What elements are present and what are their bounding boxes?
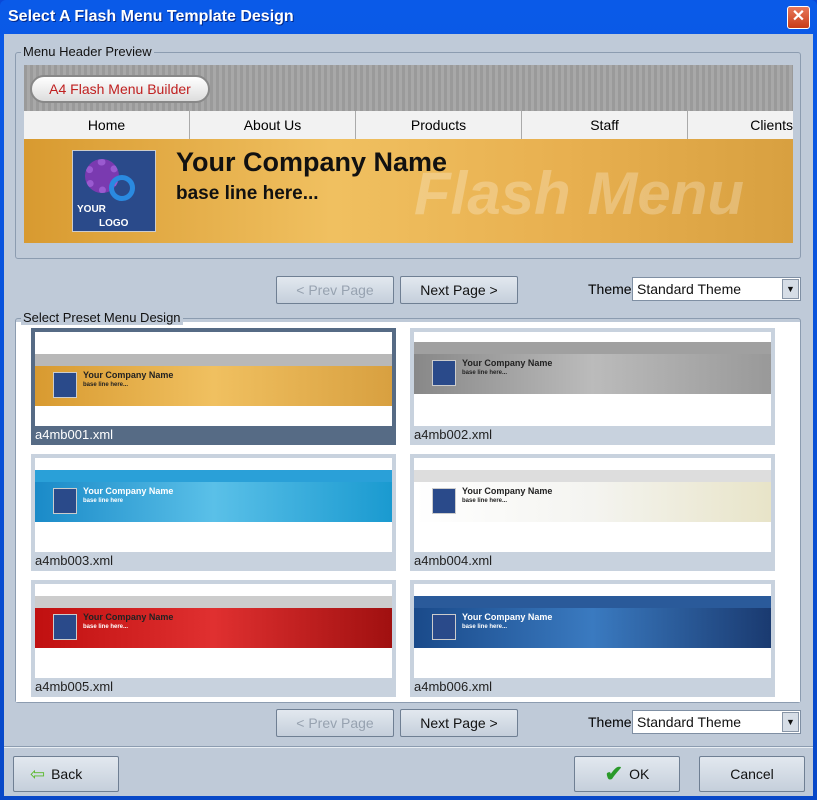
cancel-button[interactable]: Cancel — [699, 756, 805, 792]
template-preview-image: Your Company Name base line here... — [35, 584, 392, 678]
template-list[interactable]: Your Company Name base line here... a4mb… — [16, 322, 800, 702]
chevron-down-icon[interactable]: ▼ — [782, 279, 799, 299]
template-thumbnail[interactable]: Your Company Name base line here... a4mb… — [31, 580, 396, 697]
preview-banner: Flash Menu YOUR LOGO Your Company Name b… — [24, 139, 793, 243]
checkmark-icon: ✔ — [604, 761, 624, 786]
preset-menu-design-group: Select Preset Menu Design Your Company N… — [15, 310, 801, 703]
theme-select[interactable]: Standard Theme ▼ — [632, 277, 801, 301]
dialog-body: Menu Header Preview A4 Flash Menu Builde… — [4, 34, 813, 796]
company-name: Your Company Name — [176, 147, 448, 177]
template-filename: a4mb003.xml — [35, 553, 114, 568]
theme-select-bottom[interactable]: Standard Theme ▼ — [632, 710, 801, 734]
nav-item: About Us — [190, 111, 356, 139]
template-company-name: Your Company Name — [462, 358, 553, 368]
nav-item: Staff — [522, 111, 688, 139]
app-badge: A4 Flash Menu Builder — [30, 75, 210, 103]
next-page-button-bottom[interactable]: Next Page > — [400, 709, 518, 737]
template-thumbnail[interactable]: Your Company Name base line here... a4mb… — [31, 328, 396, 445]
back-label: Back — [51, 766, 83, 782]
menu-header-preview-group: Menu Header Preview A4 Flash Menu Builde… — [15, 44, 801, 259]
template-base-line: base line here... — [83, 382, 129, 388]
base-line: base line here... — [176, 183, 319, 204]
dialog-window: Select A Flash Menu Template Design ✕ Me… — [0, 0, 817, 800]
template-company-name: Your Company Name — [462, 486, 553, 496]
template-filename: a4mb004.xml — [414, 553, 493, 568]
template-thumbnail[interactable]: Your Company Name base line here a4mb003… — [31, 454, 396, 571]
template-base-line: base line here — [83, 498, 124, 504]
menu-header-preview: A4 Flash Menu Builder Home About Us Prod… — [24, 65, 793, 243]
template-thumbnail[interactable]: Your Company Name base line here... a4mb… — [410, 454, 775, 571]
theme-label-bottom: Theme — [588, 714, 632, 730]
prev-page-button[interactable]: < Prev Page — [276, 276, 394, 304]
back-button[interactable]: ⇦ Back — [13, 756, 119, 792]
ok-label: OK — [629, 766, 650, 782]
template-preview-image: Your Company Name base line here... — [414, 332, 771, 426]
template-base-line: base line here... — [462, 498, 508, 504]
template-preview-image: Your Company Name base line here... — [35, 332, 392, 426]
template-company-name: Your Company Name — [462, 612, 553, 622]
nav-item: Products — [356, 111, 522, 139]
template-filename: a4mb006.xml — [414, 679, 493, 694]
watermark: Flash Menu — [414, 160, 745, 227]
template-company-name: Your Company Name — [83, 612, 174, 622]
logo-text: LOGO — [99, 218, 129, 229]
group-label: Select Preset Menu Design — [21, 310, 183, 325]
template-company-name: Your Company Name — [83, 486, 174, 496]
template-preview-image: Your Company Name base line here... — [414, 458, 771, 552]
prev-page-button-bottom[interactable]: < Prev Page — [276, 709, 394, 737]
template-preview-image: Your Company Name base line here... — [414, 584, 771, 678]
template-filename: a4mb001.xml — [35, 427, 114, 442]
chevron-down-icon[interactable]: ▼ — [782, 712, 799, 732]
group-label: Menu Header Preview — [21, 44, 154, 59]
footer-divider — [4, 746, 813, 748]
template-base-line: base line here... — [462, 624, 508, 630]
template-filename: a4mb005.xml — [35, 679, 114, 694]
next-page-button[interactable]: Next Page > — [400, 276, 518, 304]
logo: YOUR LOGO — [72, 150, 156, 232]
template-base-line: base line here... — [462, 370, 508, 376]
preview-nav: Home About Us Products Staff Clients — [24, 111, 793, 139]
nav-item: Home — [24, 111, 190, 139]
theme-value: Standard Theme — [637, 281, 742, 297]
ok-button[interactable]: ✔ OK — [574, 756, 680, 792]
template-thumbnail[interactable]: Your Company Name base line here... a4mb… — [410, 580, 775, 697]
close-icon[interactable]: ✕ — [787, 6, 810, 29]
logo-text: YOUR — [77, 204, 106, 215]
theme-value: Standard Theme — [637, 714, 742, 730]
theme-label: Theme — [588, 281, 632, 297]
template-filename: a4mb002.xml — [414, 427, 493, 442]
template-base-line: base line here... — [83, 624, 129, 630]
back-arrow-icon: ⇦ — [30, 763, 46, 784]
template-company-name: Your Company Name — [83, 370, 174, 380]
template-thumbnail[interactable]: Your Company Name base line here... a4mb… — [410, 328, 775, 445]
window-title: Select A Flash Menu Template Design — [8, 8, 294, 25]
template-preview-image: Your Company Name base line here — [35, 458, 392, 552]
nav-item: Clients — [750, 117, 793, 133]
